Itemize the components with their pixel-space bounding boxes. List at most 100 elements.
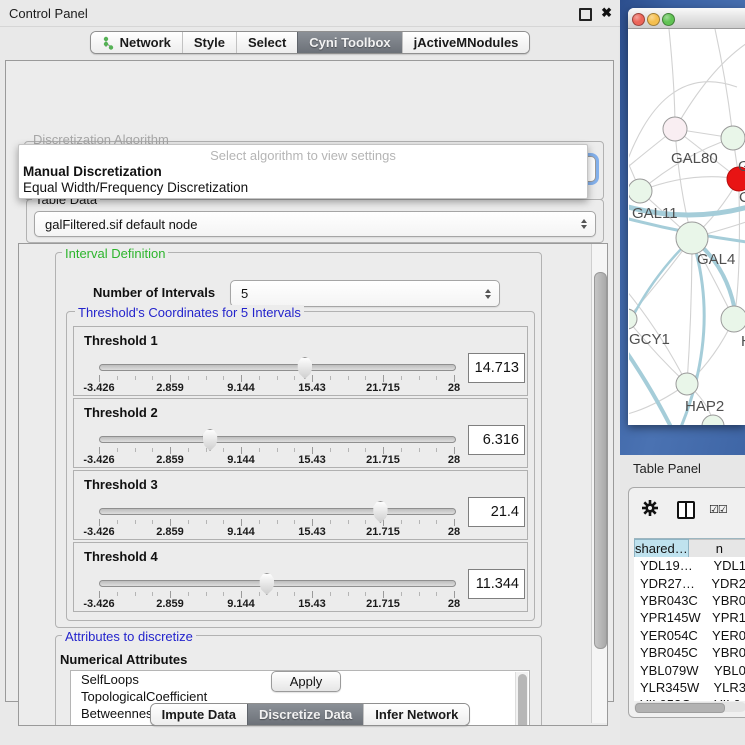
slider-track[interactable] <box>99 364 456 371</box>
network-node-green[interactable] <box>676 373 698 395</box>
slider-tick-label: 15.43 <box>298 526 326 538</box>
gear-icon[interactable] <box>641 499 659 517</box>
tab-infer-network[interactable]: Infer Network <box>363 704 469 725</box>
slider-track[interactable] <box>99 436 456 443</box>
table-cell: YDL19… <box>634 558 710 573</box>
tab-cyni-toolbox[interactable]: Cyni Toolbox <box>297 32 401 53</box>
slider-track[interactable] <box>99 580 456 587</box>
algorithm-option[interactable]: Equal Width/Frequency Discretization <box>23 180 248 195</box>
vertical-scrollbar[interactable] <box>591 244 607 723</box>
table-cell: YIL052C <box>634 697 711 701</box>
column-header-shared[interactable]: shared… <box>634 539 689 558</box>
threshold-value-field[interactable] <box>468 425 525 455</box>
slider-tick <box>419 448 420 452</box>
threshold-label: Threshold 3 <box>84 477 158 492</box>
table-row[interactable]: YPR145WYPR1 <box>634 609 745 626</box>
network-canvas[interactable]: GAL80G.CGAL11GAL4GCY1HHAP2 <box>629 29 745 425</box>
slider-tick <box>436 376 437 380</box>
threshold-block: Threshold 1-3.4262.8599.14415.4321.71528 <box>73 326 528 396</box>
slider-tick-label: 28 <box>448 598 460 610</box>
algorithm-prompt-item[interactable]: Select algorithm to view settings <box>19 148 587 163</box>
tab-jactivemnodules[interactable]: jActiveMNodules <box>402 32 530 53</box>
table-row[interactable]: YLR345WYLR3 <box>634 679 745 696</box>
network-node-green[interactable] <box>721 126 745 150</box>
algorithm-option[interactable]: Manual Discretization <box>23 164 162 179</box>
interval-definition-group: Interval Definition Number of Intervals … <box>55 252 542 628</box>
tab-network[interactable]: Network <box>91 32 182 53</box>
threshold-value-field[interactable] <box>468 497 525 527</box>
tab-style[interactable]: Style <box>182 32 236 53</box>
threshold-value-field[interactable] <box>468 353 525 383</box>
slider-thumb[interactable] <box>258 573 275 595</box>
slider-track[interactable] <box>99 508 456 515</box>
cyni-toolbox-panel: Discretization Algorithm Select algorith… <box>5 60 614 702</box>
table-row[interactable]: YIL052CYIL0 <box>634 696 745 701</box>
network-node-pink[interactable] <box>663 117 687 141</box>
table-row[interactable]: YBR043CYBR0 <box>634 592 745 609</box>
slider-tick <box>188 448 189 452</box>
tab-select[interactable]: Select <box>236 32 297 53</box>
table-cell: YLR3 <box>710 680 745 695</box>
settings-scrollpane: Interval Definition Number of Intervals … <box>18 243 608 726</box>
slider-thumb[interactable] <box>296 357 313 379</box>
tab-discretize-data[interactable]: Discretize Data <box>247 704 363 725</box>
table-row[interactable]: YBL079WYBL0 <box>634 661 745 678</box>
vertical-scrollbar-thumb[interactable] <box>594 272 607 649</box>
table-row[interactable]: YER054CYER0 <box>634 627 745 644</box>
table-cell: YIL0 <box>711 697 741 701</box>
slider-tick <box>206 520 207 524</box>
apply-button[interactable]: Apply <box>271 671 341 692</box>
slider-tick <box>152 592 153 596</box>
split-view-icon[interactable] <box>677 501 695 519</box>
network-edge[interactable] <box>629 319 687 384</box>
network-edge-thick[interactable] <box>629 238 692 337</box>
slider-tick <box>206 592 207 596</box>
horizontal-scrollbar[interactable] <box>634 702 745 712</box>
table-panel-toolbar: ☑☑ <box>629 488 745 531</box>
slider-tick <box>99 447 100 454</box>
network-node-green[interactable] <box>676 222 708 254</box>
tab-impute-data[interactable]: Impute Data <box>151 704 247 725</box>
slider-tick-label: 15.43 <box>298 454 326 466</box>
table-row[interactable]: YDL19…YDL1 <box>634 557 745 574</box>
table-cell: YER054C <box>634 628 709 643</box>
network-edge-thick[interactable] <box>629 347 671 425</box>
slider-tick <box>117 520 118 524</box>
table-cell: YDL1 <box>710 558 745 573</box>
network-edge[interactable] <box>687 238 692 384</box>
horizontal-scrollbar-thumb[interactable] <box>635 703 725 713</box>
slider-tick <box>330 592 331 596</box>
slider-tick-label: -3.426 <box>83 454 114 466</box>
slider-tick-label: -3.426 <box>83 526 114 538</box>
slider-tick-label: 15.43 <box>298 598 326 610</box>
mac-close-button[interactable] <box>632 13 645 26</box>
threshold-value-field[interactable] <box>468 569 525 599</box>
slider-tick <box>99 591 100 598</box>
slider-thumb[interactable] <box>372 501 389 523</box>
table-data-combobox[interactable]: galFiltered.sif default node <box>34 211 596 237</box>
slider-thumb[interactable] <box>202 429 219 451</box>
interval-definition-title: Interval Definition <box>62 246 168 261</box>
slider-tick <box>312 591 313 598</box>
slider-tick <box>383 591 384 598</box>
float-window-icon[interactable] <box>579 8 592 21</box>
slider-tick-label: -3.426 <box>83 382 114 394</box>
number-of-intervals-combobox[interactable]: 5 <box>230 280 500 307</box>
network-node-green[interactable] <box>629 179 652 203</box>
slider-tick <box>152 376 153 380</box>
slider-tick-label: 2.859 <box>156 526 184 538</box>
table-row[interactable]: YBR045CYBR0 <box>634 644 745 661</box>
mac-minimize-button[interactable] <box>647 13 660 26</box>
network-node-green[interactable] <box>721 306 745 332</box>
close-icon[interactable]: ✖ <box>601 5 612 21</box>
cytoscape-desktop: GAL80G.CGAL11GAL4GCY1HHAP2 <box>620 0 745 455</box>
select-columns-icon[interactable]: ☑☑ <box>709 503 727 516</box>
network-edge[interactable] <box>669 29 675 129</box>
tab-label: Infer Network <box>375 707 458 722</box>
network-node-green[interactable] <box>702 415 724 425</box>
slider-tick <box>436 592 437 596</box>
table-row[interactable]: YDR27…YDR2 <box>634 574 745 591</box>
slider-tick <box>348 376 349 380</box>
column-header-name[interactable]: n <box>689 539 745 558</box>
mac-zoom-button[interactable] <box>662 13 675 26</box>
